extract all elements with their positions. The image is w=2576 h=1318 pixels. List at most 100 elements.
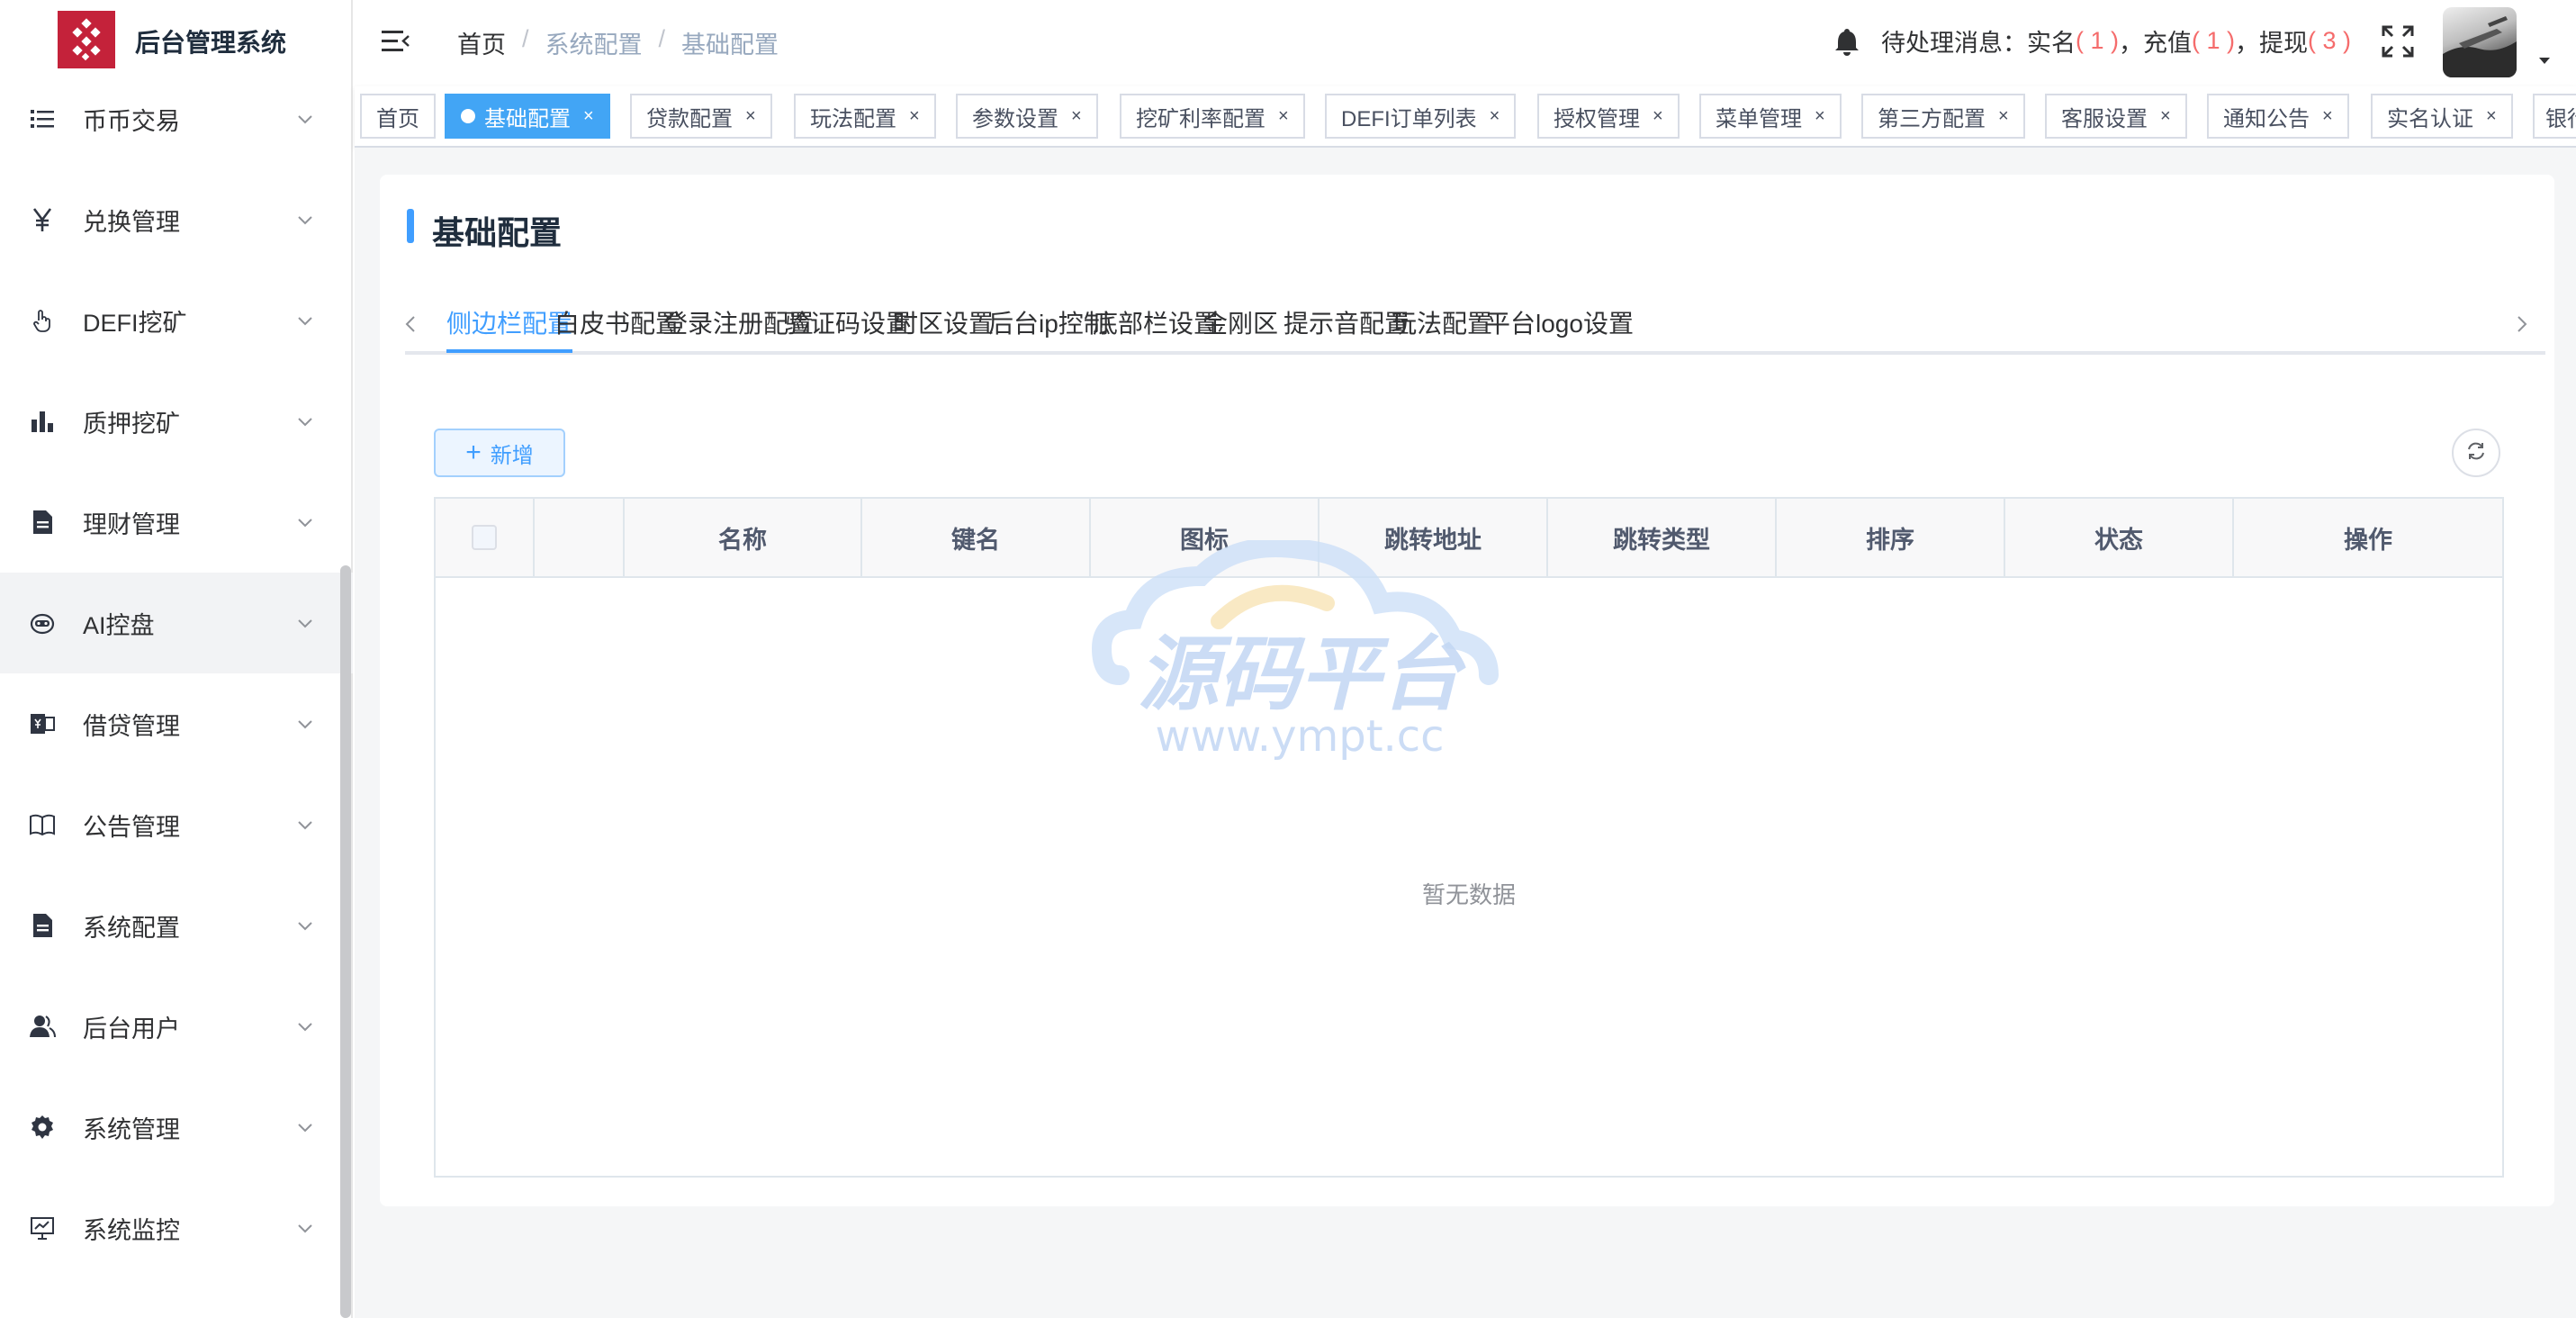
tab-platform-logo[interactable]: 平台logo设置 xyxy=(1485,304,1634,340)
chevron-right-icon[interactable] xyxy=(2511,310,2533,339)
tab-sidebar-config[interactable]: 侧边栏配置 xyxy=(446,304,572,340)
tab-active-bar xyxy=(446,349,572,353)
tag-label: 客服设置 xyxy=(2061,106,2148,131)
sidebar-item-label: AI控盘 xyxy=(83,611,155,639)
tag-home[interactable]: 首页 xyxy=(360,94,436,139)
menu-fold-icon[interactable] xyxy=(380,25,412,58)
tag-label: 挖矿利率配置 xyxy=(1136,106,1265,131)
data-table: 名称 键名 图标 跳转地址 跳转类型 排序 状态 操作 暂无数据 xyxy=(434,497,2504,1178)
tag-label: 玩法配置 xyxy=(810,106,896,131)
tag-params[interactable]: 参数设置 × xyxy=(956,94,1098,139)
tab-play-config[interactable]: 玩法配置 xyxy=(1392,304,1492,340)
sidebar-item-admin-users[interactable]: 后台用户 xyxy=(0,976,353,1077)
sidebar-item-system-config[interactable]: 系统配置 xyxy=(0,875,353,976)
tag-defi-orders[interactable]: DEFI订单列表 × xyxy=(1325,94,1517,139)
config-tabs: 侧边栏配置 白皮书配置 登录注册配置 验证码设置 时区设置 后台ip控制 底部栏… xyxy=(405,290,2545,355)
document-icon xyxy=(25,908,59,943)
close-icon[interactable]: × xyxy=(909,106,920,127)
sidebar-scrollbar[interactable] xyxy=(340,565,351,1318)
config-card: 基础配置 侧边栏配置 白皮书配置 登录注册配置 验证码设置 时区设置 后台ip控… xyxy=(380,175,2554,1206)
chevron-down-icon xyxy=(293,410,317,433)
tab-admin-ip-control[interactable]: 后台ip控制 xyxy=(988,304,1109,340)
tag-play-config[interactable]: 玩法配置 × xyxy=(794,94,936,139)
bar-chart-icon xyxy=(25,404,59,438)
sidebar-item-label: 公告管理 xyxy=(83,813,180,841)
tab-captcha-settings[interactable]: 验证码设置 xyxy=(785,304,911,340)
sidebar-item-exchange[interactable]: 兑换管理 xyxy=(0,169,353,270)
tag-basic-config[interactable]: 基础配置 × xyxy=(445,94,610,139)
tab-timezone-settings[interactable]: 时区设置 xyxy=(893,304,994,340)
sidebar-item-label: 系统配置 xyxy=(83,914,180,942)
tag-notice[interactable]: 通知公告 × xyxy=(2207,94,2349,139)
fullscreen-icon[interactable] xyxy=(2380,23,2416,59)
sidebar-item-system-manage[interactable]: 系统管理 xyxy=(0,1077,353,1178)
sidebar-item-label: 借贷管理 xyxy=(83,712,180,740)
chevron-left-icon[interactable] xyxy=(400,310,421,339)
breadcrumb: 首页 / 系统配置 / 基础配置 xyxy=(457,25,779,60)
tab-footer-settings[interactable]: 底部栏设置 xyxy=(1093,304,1219,340)
sidebar-item-defi[interactable]: DEFI挖矿 xyxy=(0,270,353,371)
sidebar-item-staking[interactable]: 质押挖矿 xyxy=(0,371,353,472)
sidebar-item-label: 币币交易 xyxy=(83,107,180,135)
close-icon[interactable]: × xyxy=(2486,106,2497,127)
notice-realname-count: ( 1 ) xyxy=(2076,27,2120,54)
sidebar-item-ai-control[interactable]: AI控盘 xyxy=(0,573,353,673)
sidebar-item-coin-trade[interactable]: 币币交易 xyxy=(0,68,353,169)
close-icon[interactable]: × xyxy=(1071,106,1082,127)
add-button-label: 新增 xyxy=(490,443,534,468)
sidebar-item-loan[interactable]: 借贷管理 xyxy=(0,673,353,774)
chevron-down-icon xyxy=(293,1015,317,1038)
close-icon[interactable]: × xyxy=(583,106,594,127)
close-icon[interactable]: × xyxy=(745,106,756,127)
sidebar-item-finance[interactable]: 理财管理 xyxy=(0,472,353,573)
header-name: 名称 xyxy=(625,499,862,576)
topbar: 首页 / 系统配置 / 基础配置 待处理消息： 实名 ( 1 ) ，充值 ( 1… xyxy=(355,0,2576,85)
sidebar-item-label: 兑换管理 xyxy=(83,208,180,236)
chevron-down-icon xyxy=(293,813,317,836)
tag-mining-rate[interactable]: 挖矿利率配置 × xyxy=(1120,94,1305,139)
tag-menu-manage[interactable]: 菜单管理 × xyxy=(1699,94,1842,139)
tag-auth-manage[interactable]: 授权管理 × xyxy=(1537,94,1680,139)
breadcrumb-system-config: 系统配置 xyxy=(545,32,643,59)
sidebar-item-system-monitor[interactable]: 系统监控 xyxy=(0,1178,353,1278)
header-jump-type: 跳转类型 xyxy=(1548,499,1777,576)
header-index xyxy=(535,499,625,576)
add-button[interactable]: + 新增 xyxy=(434,429,565,477)
header-jump-url: 跳转地址 xyxy=(1320,499,1548,576)
tag-label: 首页 xyxy=(376,106,419,131)
sidebar-item-label: 系统监控 xyxy=(83,1216,180,1244)
list-icon xyxy=(25,102,59,136)
select-all-column xyxy=(436,499,535,576)
notice-withdraw-count: ( 3 ) xyxy=(2308,27,2352,54)
sidebar-item-announcement[interactable]: 公告管理 xyxy=(0,774,353,875)
close-icon[interactable]: × xyxy=(2160,106,2171,127)
caret-down-icon[interactable] xyxy=(2535,50,2554,70)
close-icon[interactable]: × xyxy=(1653,106,1663,127)
close-icon[interactable]: × xyxy=(2322,106,2333,127)
tag-bank[interactable]: 银行 xyxy=(2533,94,2576,139)
tag-third-party[interactable]: 第三方配置 × xyxy=(1861,94,2025,139)
close-icon[interactable]: × xyxy=(1998,106,2009,127)
tag-realname[interactable]: 实名认证 × xyxy=(2371,94,2513,139)
tag-loan-config[interactable]: 贷款配置 × xyxy=(630,94,772,139)
avatar[interactable] xyxy=(2443,7,2517,77)
tab-sound-config[interactable]: 提示音配置 xyxy=(1283,304,1410,340)
select-all-checkbox[interactable] xyxy=(472,525,497,550)
tag-customer-service[interactable]: 客服设置 × xyxy=(2045,94,2187,139)
logo-icon xyxy=(58,11,115,68)
header-sort: 排序 xyxy=(1777,499,2005,576)
sidebar-item-label: 理财管理 xyxy=(83,510,180,538)
tag-label: 实名认证 xyxy=(2387,106,2473,131)
close-icon[interactable]: × xyxy=(1815,106,1825,127)
pointer-hand-icon xyxy=(25,303,59,338)
close-icon[interactable]: × xyxy=(1278,106,1289,127)
notice-withdraw-label: ，提现 xyxy=(2235,30,2309,57)
chevron-down-icon xyxy=(293,1115,317,1139)
tab-kingkong-area[interactable]: 金刚区 xyxy=(1202,304,1278,340)
breadcrumb-home[interactable]: 首页 xyxy=(457,25,506,60)
tab-whitepaper-config[interactable]: 白皮书配置 xyxy=(554,304,680,340)
refresh-button[interactable] xyxy=(2452,429,2500,477)
chevron-down-icon xyxy=(293,208,317,231)
pending-notice[interactable]: 待处理消息： 实名 ( 1 ) ，充值 ( 1 ) ，提现 ( 3 ) xyxy=(1831,23,2351,59)
close-icon[interactable]: × xyxy=(1490,106,1500,127)
